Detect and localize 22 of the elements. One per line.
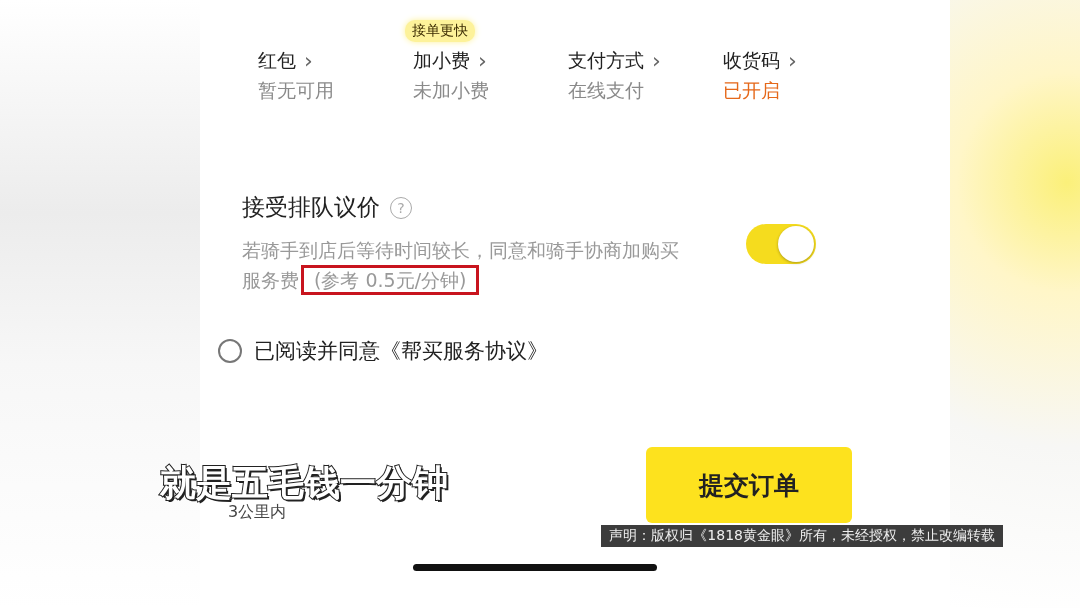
option-label[interactable]: 红包: [258, 48, 296, 74]
chevron-icon: ›: [478, 50, 487, 72]
disclaimer-text: 声明：版权归《1818黄金眼》所有，未经授权，禁止改编转载: [601, 525, 1003, 547]
promo-badge: 接单更快: [405, 20, 475, 42]
option-value: 未加小费: [413, 78, 490, 103]
setting-title: 接受排队议价: [242, 193, 380, 222]
radio-button[interactable]: [218, 339, 242, 363]
chevron-icon: ›: [652, 50, 661, 72]
option-label[interactable]: 加小费: [413, 48, 470, 74]
option-value: 暂无可用: [258, 78, 335, 103]
submit-button[interactable]: 提交订单: [646, 447, 852, 523]
agreement-label[interactable]: 已阅读并同意《帮买服务协议》: [254, 337, 548, 365]
chevron-icon: ›: [304, 50, 313, 72]
toggle-switch[interactable]: [746, 223, 816, 264]
option-label[interactable]: 收货码: [723, 48, 780, 74]
option-value: 已开启: [723, 78, 781, 103]
option-value: 在线支付: [568, 78, 645, 103]
distance-text: 3公里内: [228, 502, 287, 523]
setting-description: 若骑手到店后等待时间较长，同意和骑手协商加购买服务费 (参考 0.5元/分钟): [242, 235, 682, 295]
caption-text: 就是五毛钱一分钟: [160, 461, 448, 504]
chevron-icon: ›: [788, 50, 797, 72]
option-label[interactable]: 支付方式: [568, 48, 644, 74]
